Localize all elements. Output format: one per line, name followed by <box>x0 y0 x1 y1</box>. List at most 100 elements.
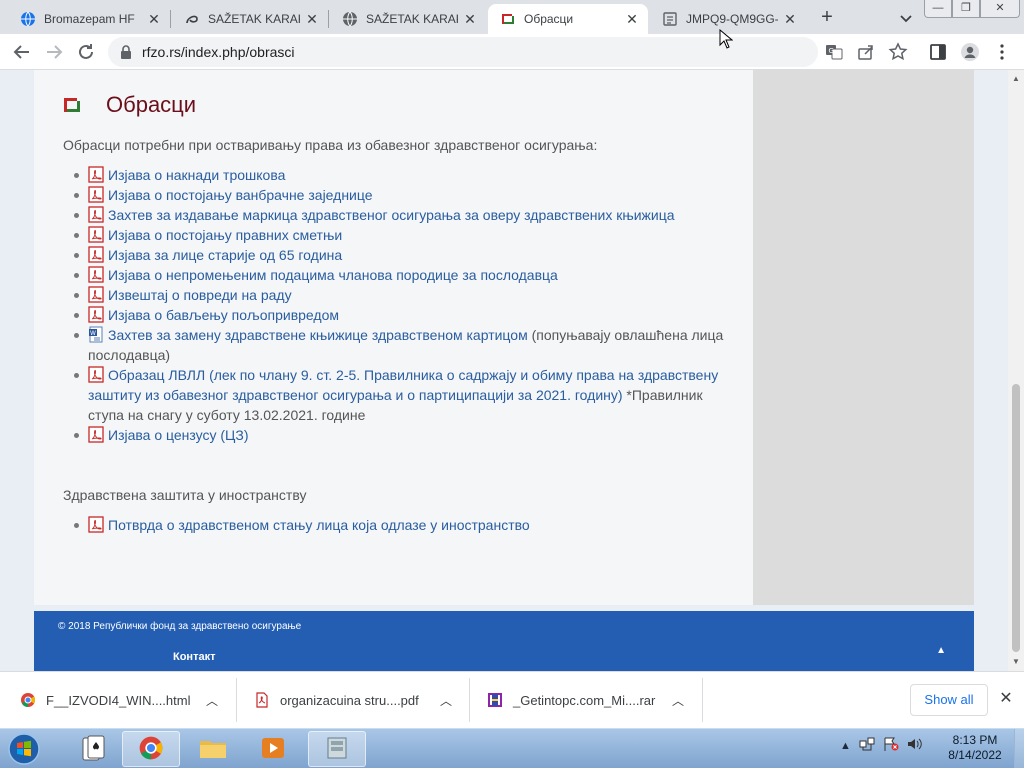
main-content: Обрасци Обрасци потребни при остваривању… <box>34 70 753 605</box>
pdf-icon[interactable] <box>88 366 104 383</box>
profile-avatar-icon[interactable] <box>960 42 980 62</box>
archive-icon <box>324 735 350 764</box>
side-panel-icon[interactable] <box>928 42 948 62</box>
taskbar-archive-app[interactable] <box>308 731 366 767</box>
bookmark-star-icon[interactable] <box>888 42 908 62</box>
page-scrollbar[interactable]: ▲ ▼ <box>1008 70 1024 671</box>
download-filename: _Getintopc.com_Mi....rar <box>513 692 656 708</box>
volume-icon[interactable] <box>907 737 923 754</box>
taskbar-chrome[interactable] <box>122 731 180 767</box>
chevron-up-icon[interactable]: ︿ <box>672 692 684 709</box>
pdf-icon[interactable] <box>88 246 104 263</box>
scrollbar-thumb[interactable] <box>1012 384 1020 652</box>
pdf-icon[interactable] <box>88 226 104 243</box>
pdf-file-icon <box>254 692 270 708</box>
form-list-item: Потврда о здравственом стању лица која о… <box>74 515 734 535</box>
close-icon[interactable]: ✕ <box>304 11 320 27</box>
close-icon[interactable]: ✕ <box>146 11 162 27</box>
taskbar-solitaire[interactable] <box>64 731 122 767</box>
reload-button[interactable] <box>74 40 98 64</box>
form-link[interactable]: Потврда о здравственом стању лица која о… <box>108 517 530 533</box>
network-icon[interactable] <box>859 737 875 754</box>
tab-sazetak-2[interactable]: SAŽETAK KARAKT ✕ <box>330 4 486 34</box>
tab-title: Обрасци <box>524 12 574 26</box>
pdf-icon[interactable] <box>88 306 104 323</box>
close-icon[interactable]: ✕ <box>462 11 478 27</box>
url-text[interactable]: rfzo.rs/index.php/obrasci <box>142 44 295 60</box>
pdf-icon[interactable] <box>88 186 104 203</box>
tab-bromazepam[interactable]: Bromazepam HF ✕ <box>8 4 170 34</box>
form-link[interactable]: Захтев за издавање маркица здравственог … <box>108 207 675 223</box>
tab-separator <box>328 10 329 28</box>
download-item[interactable]: F__IZVODI4_WIN....html ︿ <box>20 682 230 718</box>
scroll-top-icon[interactable]: ▲ <box>936 645 946 656</box>
cards-icon <box>80 734 106 765</box>
form-link[interactable]: Изјава за лице старије од 65 година <box>108 247 342 263</box>
close-icon[interactable]: ✕ <box>624 11 640 27</box>
pdf-icon[interactable] <box>88 206 104 223</box>
svg-text:W: W <box>90 330 96 337</box>
copyright-text: © 2018 Републички фонд за здравствено ос… <box>58 621 302 632</box>
back-button[interactable] <box>10 40 34 64</box>
pdf-icon[interactable] <box>88 426 104 443</box>
form-link[interactable]: Захтев за замену здравствене књижице здр… <box>108 327 528 343</box>
pdf-icon[interactable] <box>88 166 104 183</box>
pdf-icon[interactable] <box>88 266 104 283</box>
browser-toolbar: rfzo.rs/index.php/obrasci G <box>0 34 1024 70</box>
chevron-up-icon[interactable]: ︿ <box>440 692 452 709</box>
pdf-icon[interactable] <box>88 516 104 533</box>
scroll-down-arrow-icon[interactable]: ▼ <box>1008 655 1024 669</box>
download-shelf: F__IZVODI4_WIN....html ︿ organizacuina s… <box>0 671 1024 728</box>
new-tab-button[interactable]: + <box>815 6 839 30</box>
minimize-button[interactable]: — <box>924 0 952 18</box>
share-icon[interactable] <box>856 42 876 62</box>
close-window-button[interactable]: ✕ <box>980 0 1020 18</box>
close-icon[interactable]: ✕ <box>782 11 798 27</box>
form-list-item: Захтев за издавање маркица здравственог … <box>74 205 734 225</box>
form-list-item: Изјава о бављењу пољопривредом <box>74 305 734 325</box>
tab-obrasci[interactable]: Обрасци ✕ <box>488 4 648 34</box>
divider <box>702 678 703 722</box>
tab-search-icon[interactable] <box>896 8 916 28</box>
tab-title: SAŽETAK KARAKT <box>366 12 458 26</box>
tray-expand-icon[interactable]: ▲ <box>840 740 851 752</box>
forward-button[interactable] <box>42 40 66 64</box>
tab-title: SAŽETAK KARAKT <box>208 12 300 26</box>
page-viewport: Обрасци Обрасци потребни при остваривању… <box>0 70 1008 671</box>
show-desktop-button[interactable] <box>1014 729 1024 768</box>
form-link[interactable]: Изјава о постојању ванбрачне заједнице <box>108 187 373 203</box>
start-button[interactable] <box>4 731 44 767</box>
form-link[interactable]: Извештај о повреди на раду <box>108 287 292 303</box>
lock-icon[interactable] <box>120 45 132 59</box>
word-document-icon[interactable]: W <box>88 326 104 343</box>
show-all-button[interactable]: Show all <box>910 684 988 716</box>
close-icon[interactable]: ✕ <box>997 690 1015 708</box>
form-list-item: Изјава о цензусу (ЦЗ) <box>74 425 734 445</box>
pdf-icon[interactable] <box>88 286 104 303</box>
form-link[interactable]: Изјава о постојању правних сметњи <box>108 227 342 243</box>
action-center-flag-icon[interactable] <box>883 737 899 754</box>
abroad-forms-list: Потврда о здравственом стању лица која о… <box>74 515 734 535</box>
taskbar-clock[interactable]: 8:13 PM 8/14/2022 <box>940 733 1010 763</box>
address-bar[interactable]: rfzo.rs/index.php/obrasci <box>108 37 818 67</box>
divider <box>469 678 470 722</box>
taskbar-media-player[interactable] <box>244 731 302 767</box>
scroll-up-arrow-icon[interactable]: ▲ <box>1008 72 1024 86</box>
form-list-item: Изјава за лице старије од 65 година <box>74 245 734 265</box>
form-link[interactable]: Изјава о накнади трошкова <box>108 167 285 183</box>
chevron-up-icon[interactable]: ︿ <box>206 692 218 709</box>
taskbar-explorer[interactable] <box>184 731 242 767</box>
download-item[interactable]: organizacuina stru....pdf ︿ <box>254 682 464 718</box>
tab-sazetak-1[interactable]: SAŽETAK KARAKT ✕ <box>172 4 328 34</box>
restore-button[interactable]: ❐ <box>952 0 980 18</box>
form-link[interactable]: Изјава о цензусу (ЦЗ) <box>108 427 249 443</box>
menu-kebab-icon[interactable] <box>992 42 1012 62</box>
form-list-item: Изјава о накнади трошкова <box>74 165 734 185</box>
form-link[interactable]: Изјава о бављењу пољопривредом <box>108 307 339 323</box>
translate-icon[interactable]: G <box>824 42 844 62</box>
download-item[interactable]: _Getintopc.com_Mi....rar ︿ <box>487 682 697 718</box>
contact-link[interactable]: Контакт <box>173 651 215 663</box>
mouse-cursor-icon <box>719 28 734 49</box>
form-link[interactable]: Изјава о непромењеним подацима чланова п… <box>108 267 558 283</box>
globe-icon <box>20 11 36 27</box>
